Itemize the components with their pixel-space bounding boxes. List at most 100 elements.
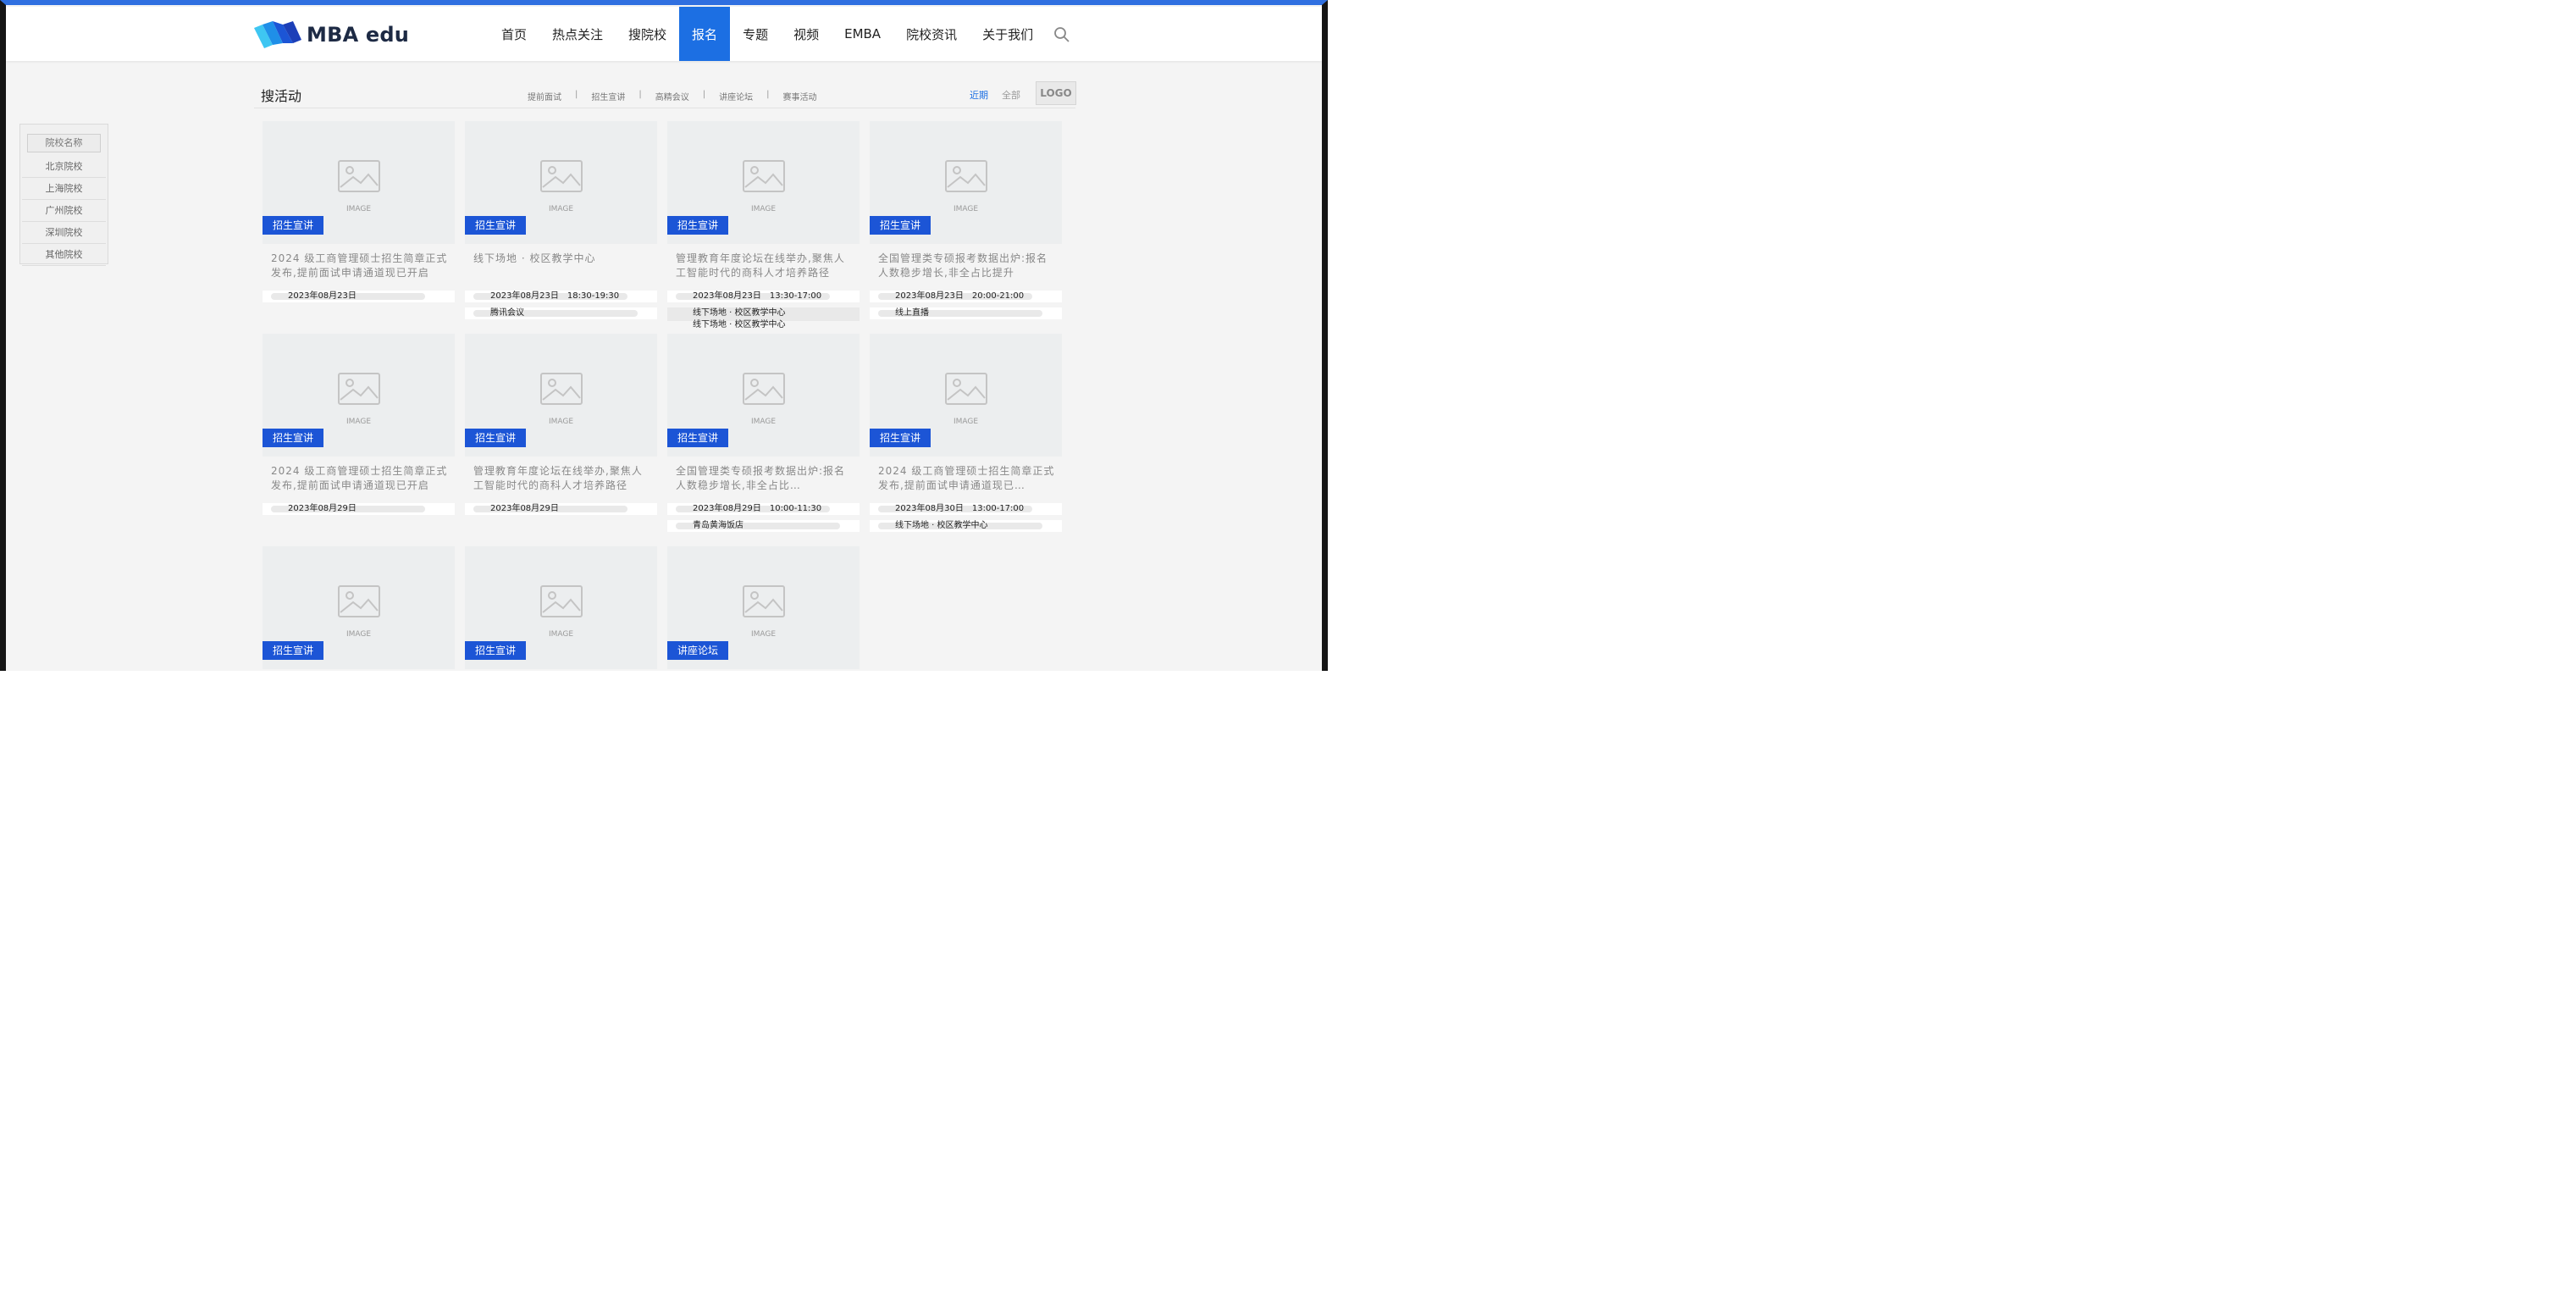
category-tag: 招生宣讲	[870, 216, 931, 235]
card-image: IMAGE 招生宣讲	[465, 121, 657, 244]
activity-section-header: 搜活动 提前面试 | 招生宣讲 | 高精会议 | 讲座论坛 | 赛事活动 近期 全部 LOGO	[254, 81, 1076, 108]
card-date-row: 2023年08月29日 10:00-11:30	[667, 503, 860, 515]
category-tag: 招生宣讲	[263, 216, 324, 235]
card-location: 线上直播	[895, 308, 929, 318]
card-date: 2023年08月29日 10:00-11:30	[693, 504, 822, 513]
card-title[interactable]: 全国管理类专硕报考数据出炉:报名人数稳步增长,非全占比提升	[878, 252, 1056, 280]
card-location-row: 青岛黄海饭店	[667, 520, 860, 532]
image-placeholder-icon	[338, 160, 380, 192]
filter-separator: |	[702, 90, 706, 99]
activity-card[interactable]: IMAGE 招生宣讲 全国管理类专硕报考数据出炉:报名人数稳步增长,非全占比… 202…	[667, 334, 860, 541]
card-image: IMAGE 招生宣讲	[465, 334, 657, 457]
category-tag: 讲座论坛	[667, 641, 729, 660]
image-placeholder-label: IMAGE	[345, 630, 372, 639]
image-placeholder-label: IMAGE	[345, 418, 372, 426]
card-image: IMAGE 招生宣讲	[870, 121, 1062, 244]
category-tag: 招生宣讲	[667, 216, 729, 235]
filter-item[interactable]: 赛事活动	[783, 90, 817, 102]
image-placeholder-icon	[945, 373, 987, 405]
image-placeholder-icon	[540, 585, 583, 617]
card-location: 线下场地 · 校区教学中心	[693, 308, 786, 318]
search-icon[interactable]	[1053, 25, 1071, 44]
activity-card[interactable]: IMAGE 讲座论坛	[667, 546, 860, 671]
card-location: 线下场地 · 校区教学中心	[693, 320, 786, 329]
filter-item[interactable]: 招生宣讲	[591, 90, 625, 102]
image-placeholder-icon	[338, 585, 380, 617]
card-date: 2023年08月29日	[490, 504, 559, 513]
school-sidebar: 院校名称 北京院校 上海院校 广州院校 深圳院校 其他院校	[19, 124, 108, 266]
sidebar-heading: 院校名称	[27, 134, 101, 152]
activity-card[interactable]: IMAGE 招生宣讲 2024 级工商管理硕士招生简章正式发布,提前面试申请通道现已…	[263, 121, 455, 329]
nav-item[interactable]: 视频	[781, 7, 832, 61]
sidebar-item[interactable]: 深圳院校	[22, 222, 106, 244]
card-date: 2023年08月23日	[288, 291, 357, 301]
brand-mark-icon	[254, 21, 301, 48]
card-location-row: 线上直播	[870, 307, 1062, 319]
image-placeholder-icon	[743, 160, 785, 192]
card-image: IMAGE 招生宣讲	[263, 121, 455, 244]
section-title: 搜活动	[261, 88, 302, 104]
nav-item[interactable]: 首页	[489, 7, 539, 61]
nav-item[interactable]: 关于我们	[970, 7, 1046, 61]
card-title[interactable]: 管理教育年度论坛在线举办,聚焦人工智能时代的商科人才培养路径	[676, 252, 854, 280]
filter-separator: |	[638, 90, 642, 99]
sidebar-item[interactable]: 其他院校	[22, 244, 106, 266]
filter-item[interactable]: 讲座论坛	[719, 90, 753, 102]
card-location: 腾讯会议	[490, 308, 524, 318]
card-title[interactable]: 管理教育年度论坛在线举办,聚焦人工智能时代的商科人才培养路径	[473, 464, 651, 493]
card-title[interactable]: 2024 级工商管理硕士招生简章正式发布,提前面试申请通道现已开启	[271, 252, 449, 280]
category-tag: 招生宣讲	[263, 429, 324, 447]
sidebar-item[interactable]: 广州院校	[22, 200, 106, 222]
card-date: 2023年08月29日	[288, 504, 357, 513]
category-tag: 招生宣讲	[465, 429, 527, 447]
activity-card[interactable]: IMAGE 招生宣讲 2024 级工商管理硕士招生简章正式发布,提前面试申请通道现已…	[870, 334, 1062, 541]
sidebar-item[interactable]: 上海院校	[22, 178, 106, 200]
filter-item[interactable]: 高精会议	[655, 90, 689, 102]
activity-card[interactable]: IMAGE 招生宣讲	[465, 546, 657, 671]
card-title[interactable]: 2024 级工商管理硕士招生简章正式发布,提前面试申请通道现已…	[878, 464, 1056, 493]
card-date-row: 2023年08月23日	[263, 291, 455, 302]
card-image: IMAGE 招生宣讲	[263, 334, 455, 457]
activity-card[interactable]: IMAGE 招生宣讲 2024 级工商管理硕士招生简章正式发布,提前面试申请通道现已…	[263, 334, 455, 541]
image-placeholder-label: IMAGE	[548, 205, 574, 213]
card-image: IMAGE 招生宣讲	[667, 121, 860, 244]
nav-item[interactable]: 报名	[679, 7, 731, 61]
card-image: IMAGE 招生宣讲	[465, 546, 657, 669]
activity-card[interactable]: IMAGE 招生宣讲	[263, 546, 455, 671]
time-range-tabs: 近期 全部	[970, 88, 1034, 102]
activity-card[interactable]: IMAGE 招生宣讲 全国管理类专硕报考数据出炉:报名人数稳步增长,非全占比提升 20…	[870, 121, 1062, 329]
card-date-row: 2023年08月29日	[465, 503, 657, 515]
nav-item[interactable]: 搜院校	[616, 7, 679, 61]
category-tag: 招生宣讲	[263, 641, 324, 660]
activity-card[interactable]: IMAGE 招生宣讲管理教育年度论坛在线举办,聚焦人工智能时代的商科人才培养路径 2…	[667, 121, 860, 329]
nav-item[interactable]: EMBA	[832, 7, 893, 61]
image-placeholder-icon	[540, 373, 583, 405]
nav-item[interactable]: 院校资讯	[893, 7, 970, 61]
card-date-row: 2023年08月23日 18:30-19:30	[465, 291, 657, 302]
category-tag: 招生宣讲	[465, 216, 527, 235]
card-title[interactable]: 线下场地 · 校区教学中心	[473, 252, 651, 266]
card-date: 2023年08月30日 13:00-17:00	[895, 504, 1025, 513]
browser-frame: MBA edu 首页 热点关注 搜院校 报名 专题 视频 EMBA 院校资讯 关于我们 搜活动 …	[0, 0, 1328, 671]
filter-separator: |	[766, 90, 770, 99]
card-location-row: 腾讯会议	[465, 307, 657, 319]
nav-item[interactable]: 热点关注	[539, 7, 616, 61]
image-placeholder-icon	[743, 585, 785, 617]
range-tab[interactable]: 近期	[970, 88, 988, 102]
card-date: 2023年08月23日 13:30-17:00	[693, 291, 822, 301]
logo-placeholder: LOGO	[1036, 81, 1076, 105]
card-title[interactable]: 全国管理类专硕报考数据出炉:报名人数稳步增长,非全占比…	[676, 464, 854, 493]
category-filters: 提前面试 | 招生宣讲 | 高精会议 | 讲座论坛 | 赛事活动	[528, 90, 817, 102]
activity-card[interactable]: IMAGE 招生宣讲管理教育年度论坛在线举办,聚焦人工智能时代的商科人才培养路径 2…	[465, 334, 657, 541]
range-tab[interactable]: 全部	[1002, 88, 1020, 102]
card-image: IMAGE 讲座论坛	[667, 546, 860, 669]
card-date-row: 2023年08月30日 13:00-17:00	[870, 503, 1062, 515]
sidebar-item[interactable]: 北京院校	[22, 156, 106, 178]
nav-item[interactable]: 专题	[730, 7, 781, 61]
site-logo[interactable]: MBA edu	[254, 19, 409, 50]
filter-item[interactable]: 提前面试	[528, 90, 561, 102]
activity-card[interactable]: IMAGE 招生宣讲线下场地 · 校区教学中心 2023年08月23日 18:30-…	[465, 121, 657, 329]
filter-separator: |	[575, 90, 578, 99]
card-title[interactable]: 2024 级工商管理硕士招生简章正式发布,提前面试申请通道现已开启	[271, 464, 449, 493]
main-nav: 首页 热点关注 搜院校 报名 专题 视频 EMBA 院校资讯 关于我们	[489, 7, 1046, 61]
